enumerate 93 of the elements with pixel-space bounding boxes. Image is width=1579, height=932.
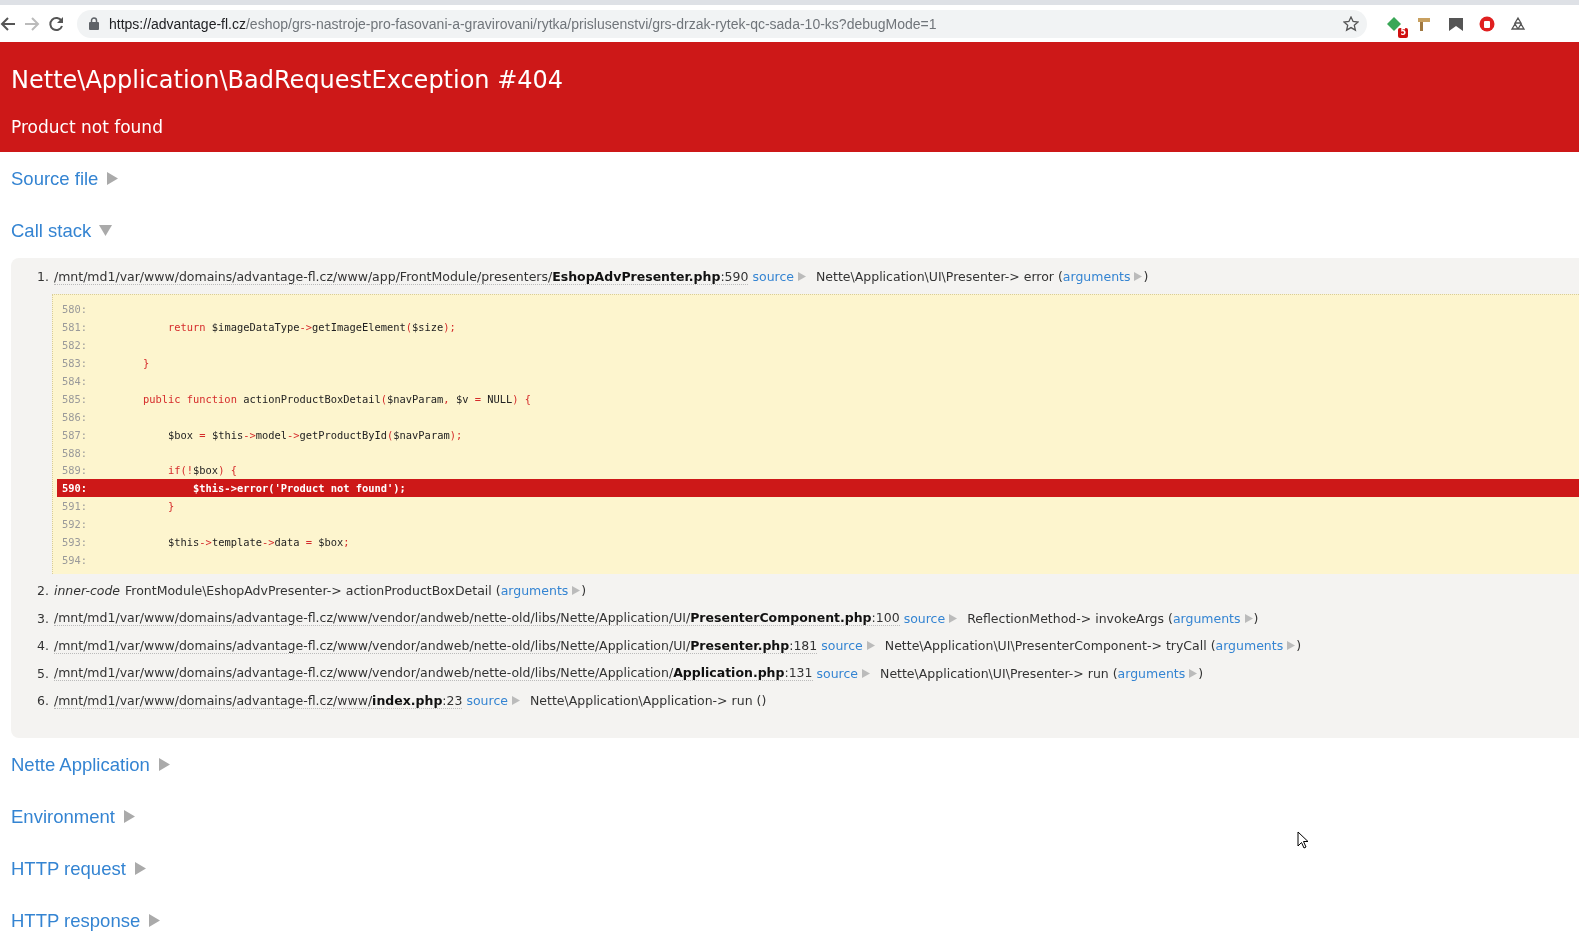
section-toggle-link[interactable]: Nette Application (11, 753, 150, 776)
star-icon[interactable] (1343, 15, 1359, 32)
line-number: 592: (61, 518, 89, 531)
arguments-link[interactable]: arguments (1062, 269, 1131, 285)
line-number: 589: (61, 464, 89, 477)
line-number: 594: (61, 553, 89, 566)
paren-text: ) (1143, 269, 1149, 285)
frame-number: 1. (37, 269, 49, 285)
code-line: } (142, 357, 150, 370)
back-arrow-icon[interactable] (0, 15, 16, 32)
expand-triangle-icon[interactable] (106, 172, 120, 185)
frame-number: 3. (37, 610, 49, 626)
mouse-pointer-icon (1297, 831, 1309, 849)
section-toggle-link[interactable]: Source file (11, 167, 99, 190)
paren-text: ) (1253, 610, 1259, 626)
triangle-icon (1134, 272, 1143, 282)
triangle-icon (1244, 613, 1253, 623)
call-text: Nette\Application\UI\PresenterComponent-> tryCall ( (884, 638, 1216, 654)
file-path: /mnt/md1/var/www/domains/advantage-fl.cz/www/vendor/andweb/nette-old/libs/Nette/Application/UI/Presenter.php:181 (53, 637, 818, 654)
extension-badge: 5 (1398, 27, 1408, 38)
stop-icon[interactable] (1479, 15, 1495, 32)
key-icon[interactable] (1417, 15, 1433, 32)
section-toggle-link[interactable]: HTTP response (11, 909, 141, 932)
paren-text: ) (581, 583, 587, 599)
frame-number: 2. (37, 583, 49, 599)
code-line: if(!$box) { (167, 464, 237, 477)
triangle-icon (798, 272, 806, 282)
expand-triangle-icon[interactable] (133, 862, 147, 876)
triangle-icon (1189, 668, 1198, 678)
recycle-icon[interactable] (1510, 15, 1526, 32)
code-line: } (167, 500, 175, 513)
call-text: ReflectionMethod-> invokeArgs ( (967, 610, 1173, 626)
triangle-icon (511, 696, 520, 706)
file-path: /mnt/md1/var/www/domains/advantage-fl.cz/www/vendor/andweb/nette-old/libs/Nette/Application/Application.php:131 (53, 665, 813, 682)
expand-triangle-icon[interactable] (122, 810, 136, 824)
expand-triangle-icon[interactable] (157, 758, 171, 772)
arguments-link[interactable]: arguments (1172, 610, 1241, 626)
frame-number: 4. (37, 638, 49, 654)
line-number: 582: (61, 339, 89, 352)
line-number: 590: (61, 482, 89, 495)
error-title: Nette\Application\BadRequestException #404 (11, 65, 565, 95)
source-link[interactable]: source (816, 665, 859, 681)
file-path: /mnt/md1/var/www/domains/advantage-fl.cz/www/index.php:23 (53, 692, 463, 709)
line-number: 585: (61, 392, 89, 405)
call-text: Nette\Application\Application-> run () (529, 693, 767, 709)
code-line: $this->template->data = $box; (167, 536, 350, 548)
section-toggle-link[interactable]: HTTP request (11, 857, 126, 880)
arguments-link[interactable]: arguments (1117, 665, 1186, 681)
call-text: Nette\Application\UI\Presenter-> error ( (816, 269, 1063, 285)
file-path: /mnt/md1/var/www/domains/advantage-fl.cz/www/app/FrontModule/presenters/EshopAdvPresenter.php:590 (53, 268, 749, 285)
line-number: 581: (61, 321, 89, 334)
diamond-icon[interactable] (1386, 15, 1402, 32)
frame-number: 6. (37, 693, 49, 709)
line-number: 586: (61, 410, 89, 423)
error-message: Product not found (11, 116, 164, 138)
source-link[interactable]: source (752, 269, 794, 285)
source-link[interactable]: source (466, 693, 508, 709)
inner-code-label: inner-code (53, 583, 121, 599)
section-toggle-link[interactable]: Environment (11, 805, 115, 828)
source-link[interactable]: source (903, 610, 946, 626)
code-line: $this->error('Product not found'); (192, 482, 406, 495)
collapse-triangle-icon[interactable] (99, 224, 113, 237)
triangle-icon (862, 668, 871, 678)
code-line: public function actionProductBoxDetail($navParam, $v = NULL) { (142, 392, 531, 405)
line-number: 588: (61, 446, 89, 459)
source-link[interactable]: source (821, 638, 863, 654)
paren-text: ) (1296, 638, 1302, 654)
line-number: 580: (61, 303, 89, 316)
arguments-link[interactable]: arguments (500, 583, 569, 599)
triangle-icon (572, 586, 581, 596)
line-number: 583: (61, 357, 89, 370)
line-number: 584: (61, 375, 89, 387)
expand-triangle-icon[interactable] (148, 914, 162, 928)
address-bar[interactable]: https://advantage-fl.cz/eshop/grs-nastroje-pro-fasovani-a-gravirovani/rytka/prislusenstvi/grs-drzak-rytek-qc-sada-10-ks?debugMode=1 (77, 9, 1367, 38)
code-line: $box = $this->model->getProductById($navParam); (167, 428, 463, 441)
file-path: /mnt/md1/var/www/domains/advantage-fl.cz/www/vendor/andweb/nette-old/libs/Nette/Application/UI/PresenterComponent.php:100 (53, 610, 900, 627)
call-text: FrontModule\EshopAdvPresenter-> actionProductBoxDetail ( (125, 583, 501, 599)
url-text: https://advantage-fl.cz/eshop/grs-nastroje-pro-fasovani-a-gravirovani/rytka/prislusenstvi/grs-drzak-rytek-qc-sada-10-ks?debugMode=1 (109, 15, 938, 32)
code-line: return $imageDataType->getImageElement($size); (167, 321, 456, 334)
triangle-icon (949, 613, 958, 623)
lock-icon (89, 17, 99, 30)
section-toggle-link[interactable]: Call stack (11, 219, 92, 242)
call-text: Nette\Application\UI\Presenter-> run ( (880, 665, 1118, 681)
line-number: 593: (61, 536, 89, 548)
frame-number: 5. (37, 665, 49, 681)
bookmark-icon[interactable] (1448, 15, 1464, 32)
arguments-link[interactable]: arguments (1215, 638, 1284, 654)
reload-icon[interactable] (48, 15, 64, 32)
line-number: 587: (61, 428, 89, 441)
line-number: 591: (61, 500, 89, 513)
triangle-icon (866, 641, 875, 651)
triangle-icon (1287, 641, 1296, 651)
paren-text: ) (1198, 665, 1204, 681)
